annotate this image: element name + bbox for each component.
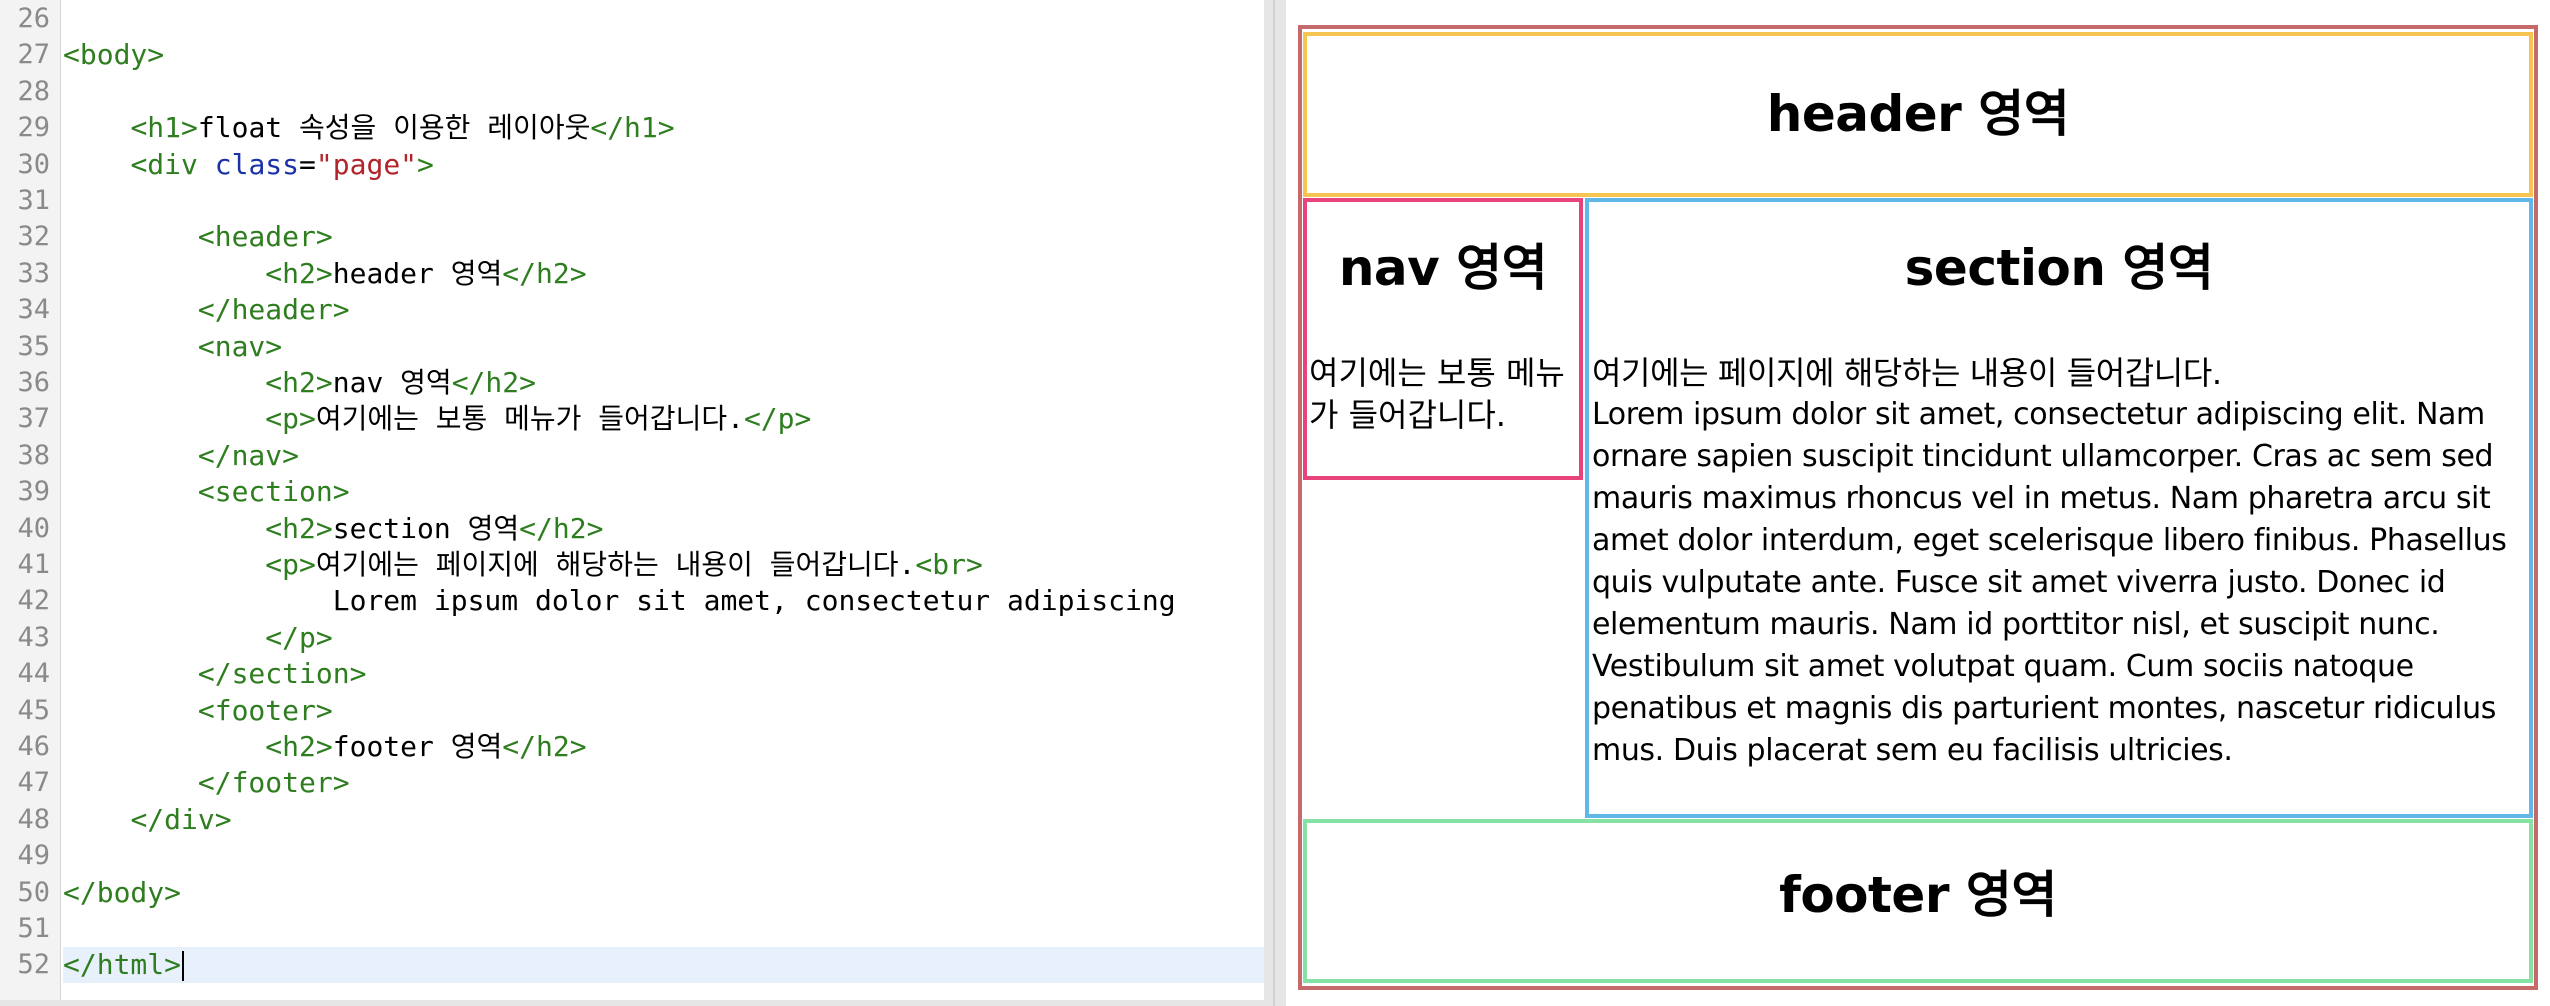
nav-heading: nav 영역 [1338, 239, 1548, 297]
line-number: 50 [17, 876, 50, 908]
line-number: 47 [17, 767, 50, 799]
code-line[interactable]: 28 [0, 74, 1264, 110]
code-line[interactable]: 44 </section> [0, 656, 1264, 692]
code-text[interactable]: </header> [63, 292, 1264, 328]
code-line[interactable]: 30 <div class="page"> [0, 147, 1264, 183]
code-line[interactable]: 26 [0, 1, 1264, 37]
section-paragraph-lorem: Lorem ipsum dolor sit amet, consectetur … [1592, 397, 2507, 768]
section-region: section 영역 여기에는 페이지에 해당하는 내용이 들어갑니다. Lor… [1585, 198, 2533, 818]
line-number: 34 [17, 294, 50, 326]
line-number: 44 [17, 658, 50, 690]
code-text[interactable]: </p> [63, 620, 1264, 656]
code-line[interactable]: 39 <section> [0, 474, 1264, 510]
line-number: 45 [17, 694, 50, 726]
line-number: 41 [17, 549, 50, 580]
code-text[interactable]: <body> [63, 37, 1264, 73]
code-text[interactable]: </nav> [63, 438, 1264, 474]
code-text[interactable] [63, 183, 1264, 219]
header-region: header 영역 [1303, 32, 2533, 197]
code-editor[interactable]: 26 27 <body> 28 29 <h1>float 속성을 이용한 레이아웃</h… [0, 0, 1264, 1000]
code-line[interactable]: 41 <p>여기에는 페이지에 해당하는 내용이 들어갑니다.<br> [0, 547, 1264, 583]
line-number: 26 [17, 3, 50, 34]
code-line[interactable]: 46 <h2>footer 영역</h2> [0, 729, 1264, 765]
preview-pane: header 영역 nav 영역 여기에는 보통 메뉴가 들어갑니다. sect… [1286, 0, 2550, 1006]
line-number: 39 [17, 476, 50, 508]
code-line[interactable]: 38 </nav> [0, 438, 1264, 474]
line-number: 27 [17, 39, 50, 71]
code-text[interactable]: <p>여기에는 페이지에 해당하는 내용이 들어갑니다.<br> [63, 547, 1264, 583]
code-text[interactable] [63, 74, 1264, 110]
code-text[interactable]: <h2>header 영역</h2> [63, 256, 1264, 292]
line-number: 40 [17, 512, 50, 544]
code-line[interactable]: 43 </p> [0, 620, 1264, 656]
code-line[interactable]: 31 [0, 183, 1264, 219]
line-number: 30 [17, 148, 50, 180]
line-number: 37 [17, 403, 50, 435]
line-number: 51 [17, 913, 50, 944]
code-text[interactable] [63, 1, 1264, 37]
code-line[interactable]: 33 <h2>header 영역</h2> [0, 256, 1264, 292]
code-text[interactable]: <nav> [63, 329, 1264, 365]
code-line[interactable]: 40 <h2>section 영역</h2> [0, 511, 1264, 547]
section-paragraph-korean: 여기에는 페이지에 해당하는 내용이 들어갑니다. [1592, 354, 2222, 392]
code-line[interactable]: 48 </div> [0, 802, 1264, 838]
code-line[interactable]: 47 </footer> [0, 765, 1264, 801]
nav-paragraph: 여기에는 보통 메뉴가 들어갑니다. [1309, 354, 1565, 434]
nav-region: nav 영역 여기에는 보통 메뉴가 들어갑니다. [1303, 198, 1583, 480]
code-text[interactable]: Lorem ipsum dolor sit amet, consectetur … [63, 583, 1264, 619]
line-number: 43 [17, 621, 50, 653]
code-line[interactable]: 42 Lorem ipsum dolor sit amet, consectet… [0, 583, 1264, 619]
code-line[interactable]: 51 [0, 911, 1264, 947]
code-line[interactable]: 36 <h2>nav 영역</h2> [0, 365, 1264, 401]
footer-region: footer 영역 [1303, 819, 2533, 983]
code-text[interactable]: <h2>footer 영역</h2> [63, 729, 1264, 765]
code-line[interactable]: 52 </html> [0, 947, 1264, 984]
code-text[interactable]: </html> [63, 947, 1264, 984]
code-text[interactable]: <h1>float 속성을 이용한 레이아웃</h1> [63, 110, 1264, 146]
code-line[interactable]: 49 [0, 838, 1264, 874]
line-number: 52 [17, 949, 50, 981]
code-line[interactable]: 32 <header> [0, 219, 1264, 255]
code-text[interactable]: <header> [63, 219, 1264, 255]
code-line[interactable]: 34 </header> [0, 292, 1264, 328]
code-line[interactable]: 29 <h1>float 속성을 이용한 레이아웃</h1> [0, 110, 1264, 146]
line-number: 29 [17, 112, 50, 144]
code-text[interactable] [63, 838, 1264, 874]
line-number: 38 [17, 439, 50, 471]
code-text[interactable] [63, 911, 1264, 947]
pane-splitter[interactable] [1264, 0, 1286, 1006]
code-text[interactable]: </div> [63, 802, 1264, 838]
header-heading: header 영역 [1766, 85, 2070, 143]
text-cursor [182, 951, 185, 982]
line-number: 42 [17, 585, 50, 617]
code-line[interactable]: 27 <body> [0, 37, 1264, 73]
line-number: 32 [17, 221, 50, 253]
code-text[interactable]: <p>여기에는 보통 메뉴가 들어갑니다.</p> [63, 401, 1264, 437]
line-number: 36 [17, 367, 50, 398]
code-text[interactable]: </body> [63, 875, 1264, 911]
code-text[interactable]: <h2>nav 영역</h2> [63, 365, 1264, 401]
footer-heading: footer 영역 [1779, 866, 2057, 924]
line-number: 46 [17, 731, 50, 762]
code-text[interactable]: <section> [63, 474, 1264, 510]
code-line[interactable]: 35 <nav> [0, 329, 1264, 365]
code-text[interactable]: <h2>section 영역</h2> [63, 511, 1264, 547]
line-number: 49 [17, 840, 50, 872]
line-number: 35 [17, 330, 50, 362]
code-line[interactable]: 45 <footer> [0, 693, 1264, 729]
code-line[interactable]: 37 <p>여기에는 보통 메뉴가 들어갑니다.</p> [0, 401, 1264, 437]
code-line[interactable]: 50 </body> [0, 875, 1264, 911]
splitter-grip [1273, 0, 1275, 1006]
code-text[interactable]: </footer> [63, 765, 1264, 801]
section-paragraph: 여기에는 페이지에 해당하는 내용이 들어갑니다. Lorem ipsum do… [1592, 352, 2532, 772]
section-heading: section 영역 [1904, 239, 2214, 297]
line-number: 31 [17, 185, 50, 216]
line-number: 48 [17, 803, 50, 835]
code-text[interactable]: <div class="page"> [63, 147, 1264, 183]
code-text[interactable]: </section> [63, 656, 1264, 692]
line-number: 28 [17, 75, 50, 107]
line-number: 33 [17, 257, 50, 289]
code-text[interactable]: <footer> [63, 693, 1264, 729]
